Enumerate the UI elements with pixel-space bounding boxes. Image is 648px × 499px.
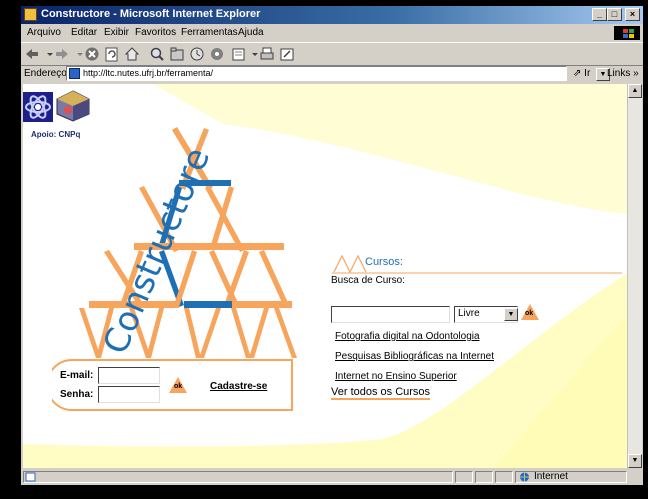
go-arrow-icon: ⇗	[573, 68, 582, 79]
back-icon[interactable]	[24, 46, 40, 62]
course-filter-select[interactable]: Livre ▼	[454, 306, 518, 323]
zone-label: Internet	[534, 471, 568, 482]
course-filter-value: Livre	[458, 308, 480, 319]
page-content: Apoio: CNPq Constructore E-mail: Senha: …	[23, 84, 627, 468]
edit-icon[interactable]	[279, 46, 295, 62]
toolbar	[21, 42, 643, 66]
course-link[interactable]: Pesquisas Bibliográficas na Internet	[335, 351, 494, 362]
course-search-label: Busca de Curso:	[331, 275, 405, 286]
forward-icon[interactable]	[54, 46, 70, 62]
forward-dropdown-icon[interactable]	[72, 46, 83, 62]
history-icon[interactable]	[189, 46, 205, 62]
password-label: Senha:	[60, 389, 94, 400]
search-icon[interactable]	[149, 46, 165, 62]
links-label: Links	[607, 68, 631, 79]
ie-app-icon	[24, 8, 37, 21]
go-button[interactable]: ⇗ Ir	[573, 68, 590, 79]
title-bar: Constructore - Microsoft Internet Explor…	[21, 6, 643, 24]
vertical-scrollbar[interactable]: ▲ ▼	[627, 84, 642, 468]
stop-icon[interactable]	[84, 46, 100, 62]
atom-logo-icon	[23, 92, 53, 122]
zone-segment: Internet	[515, 471, 627, 483]
minimize-button[interactable]: _	[592, 8, 607, 21]
address-url: http://ltc.nutes.ufrj.br/ferramenta/	[83, 68, 214, 78]
windows-logo-icon	[614, 26, 640, 40]
select-dropdown-icon[interactable]: ▼	[504, 308, 518, 321]
window-title: Constructore - Microsoft Internet Explor…	[41, 8, 261, 20]
browser-window: Constructore - Microsoft Internet Explor…	[21, 6, 643, 485]
scroll-up-icon[interactable]: ▲	[628, 84, 642, 98]
menu-exibir[interactable]: Exibir	[104, 27, 129, 38]
course-link[interactable]: Fotografia digital na Odontologia	[335, 331, 480, 342]
chevron-right-icon: »	[633, 68, 639, 79]
page-status-icon	[25, 472, 36, 482]
password-field[interactable]	[98, 386, 160, 403]
back-dropdown-icon[interactable]	[42, 46, 53, 62]
mail-icon[interactable]	[231, 46, 247, 62]
address-input[interactable]: http://ltc.nutes.ufrj.br/ferramenta/ ▼	[66, 66, 610, 81]
course-search-input[interactable]	[331, 306, 450, 323]
email-label: E-mail:	[60, 370, 94, 381]
course-link[interactable]: Internet no Ensino Superior	[335, 371, 457, 382]
register-link[interactable]: Cadastre-se	[210, 381, 267, 392]
status-segment	[495, 471, 513, 483]
home-icon[interactable]	[124, 46, 140, 62]
favorites-icon[interactable]	[169, 46, 185, 62]
menu-arquivo[interactable]: Arquivo	[27, 27, 61, 38]
menu-ferramentas[interactable]: Ferramentas	[181, 27, 238, 38]
menu-favoritos[interactable]: Favoritos	[135, 27, 176, 38]
cursos-heading: Cursos:	[365, 256, 403, 268]
refresh-icon[interactable]	[104, 46, 120, 62]
maximize-button[interactable]: □	[607, 8, 622, 21]
status-bar: Internet	[21, 469, 643, 485]
mail-dropdown-icon[interactable]	[247, 46, 258, 62]
email-field[interactable]	[98, 367, 160, 384]
print-icon[interactable]	[259, 46, 275, 62]
search-ok-label: ok	[525, 310, 534, 317]
address-bar: Endereço http://ltc.nutes.ufrj.br/ferram…	[21, 65, 643, 83]
support-text: Apoio: CNPq	[31, 130, 81, 139]
scroll-down-icon[interactable]: ▼	[628, 454, 642, 468]
go-label: Ir	[584, 68, 591, 79]
media-icon[interactable]	[209, 46, 225, 62]
links-button[interactable]: Links »	[607, 68, 639, 79]
page-icon	[69, 68, 80, 79]
login-ok-label: ok	[174, 383, 183, 390]
close-button[interactable]: ×	[625, 8, 640, 21]
menu-bar: Arquivo Editar Exibir Favoritos Ferramen…	[21, 25, 643, 41]
globe-icon	[520, 472, 529, 482]
address-label: Endereço	[24, 68, 67, 79]
menu-editar[interactable]: Editar	[71, 27, 97, 38]
all-courses-link[interactable]: Ver todos os Cursos	[331, 386, 431, 400]
status-segment	[475, 471, 493, 483]
menu-ajuda[interactable]: Ajuda	[238, 27, 264, 38]
status-segment	[455, 471, 473, 483]
status-text-segment	[23, 471, 453, 483]
